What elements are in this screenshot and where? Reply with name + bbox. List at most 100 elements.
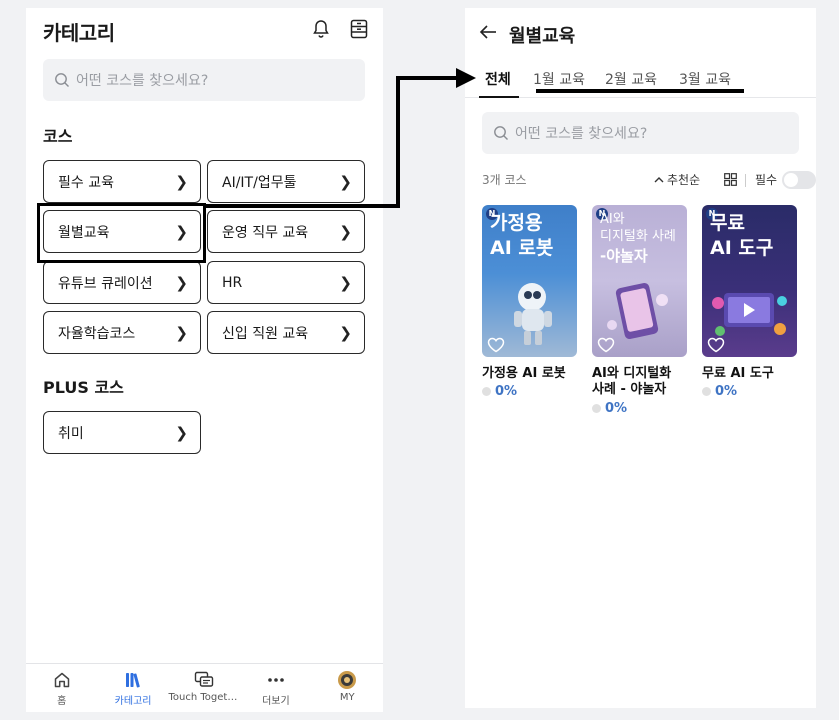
nav-label: Touch Togeth... [168, 692, 241, 703]
tab-march[interactable]: 3월 교육 [679, 69, 731, 89]
profile-icon [337, 670, 357, 690]
bell-icon[interactable] [308, 16, 334, 42]
nav-label: 홈 [57, 696, 67, 707]
course-button-youtube[interactable]: 유튜브 큐레이션 ❯ [43, 261, 201, 304]
course-title: AI와 디지털화 사례 - 야놀자 [592, 366, 672, 398]
course-button-ai-it[interactable]: AI/IT/업무툴 ❯ [207, 160, 365, 203]
course-button-self-study[interactable]: 자율학습코스 ❯ [43, 311, 201, 354]
required-toggle[interactable] [782, 171, 816, 189]
search-placeholder: 어떤 코스를 찾으세요? [515, 126, 648, 142]
chevron-right-icon: ❯ [175, 172, 188, 191]
course-button-hr[interactable]: HR ❯ [207, 261, 365, 304]
thumbnail-text: 무료 AI 도구 [710, 213, 793, 259]
progress-value: 0% [495, 384, 518, 400]
thumbnail-line: 디지털화 사례 [600, 229, 676, 245]
nav-more[interactable]: 더보기 [240, 664, 311, 712]
course-card[interactable]: N AI와 디지털화 사례 -야놀자 AI와 디지털화 사례 - 야놀자 0% [592, 205, 687, 416]
more-icon [267, 670, 285, 690]
search-input[interactable]: 어떤 코스를 찾으세요? [482, 112, 799, 154]
sort-label: 추천순 [667, 173, 701, 187]
progress-dot [592, 403, 601, 413]
connector-arrowhead [456, 68, 476, 88]
divider [745, 174, 746, 187]
nav-category[interactable]: 카테고리 [97, 664, 168, 712]
course-button-required[interactable]: 필수 교육 ❯ [43, 160, 201, 203]
sort-dropdown[interactable]: 추천순 [654, 171, 700, 188]
course-label: HR [222, 274, 243, 291]
thumbnail-line: 무료 [710, 212, 745, 234]
grid-view-icon[interactable] [724, 173, 737, 189]
course-button-hobby[interactable]: 취미 ❯ [43, 411, 201, 454]
back-arrow-icon[interactable] [479, 24, 497, 44]
progress-value: 0% [605, 400, 628, 416]
course-card[interactable]: N 가정용 AI 로봇 가정용 AI 로봇 0% [482, 205, 577, 399]
progress-dot [482, 387, 491, 397]
search-input[interactable]: 어떤 코스를 찾으세요? [43, 59, 365, 101]
nav-my[interactable]: MY [312, 664, 383, 712]
course-thumbnail: N AI와 디지털화 사례 -야놀자 [592, 205, 687, 357]
thumbnail-line: AI 로봇 [490, 236, 554, 259]
tab-february[interactable]: 2월 교육 [605, 69, 657, 89]
library-icon [124, 670, 142, 690]
tabs-underline-annotation [536, 89, 744, 93]
course-label: 유튜브 큐레이션 [58, 275, 153, 292]
course-label: 신입 직원 교육 [222, 325, 309, 342]
connector-line [396, 76, 400, 208]
chevron-right-icon: ❯ [339, 273, 352, 292]
section-title-course: 코스 [43, 127, 73, 146]
search-icon [55, 73, 69, 87]
progress: 0% [592, 401, 687, 416]
page-title: 카테고리 [43, 21, 115, 45]
thumbnail-line: -야놀자 [600, 246, 648, 265]
course-label: 필수 교육 [58, 174, 114, 191]
connector-line [396, 76, 458, 80]
tab-january[interactable]: 1월 교육 [533, 69, 585, 89]
connector-line [206, 204, 398, 208]
chevron-right-icon: ❯ [339, 172, 352, 191]
section-title-plus: PLUS 코스 [43, 378, 124, 397]
home-icon [53, 670, 71, 690]
heart-icon[interactable] [597, 337, 615, 353]
nav-touch-together[interactable]: Touch Togeth... [168, 664, 241, 712]
cabinet-icon[interactable] [346, 16, 372, 42]
list-toolbar: 3개 코스 추천순 필수 [482, 171, 816, 191]
course-button-new-hire[interactable]: 신입 직원 교육 ❯ [207, 311, 365, 354]
required-label: 필수 [755, 173, 778, 187]
bottom-nav: 홈 카테고리 Touch Togeth... 더보기 MY [26, 663, 383, 712]
tab-all[interactable]: 전체 [485, 69, 511, 89]
thumbnail-text: AI와 디지털화 사례 -야놀자 [600, 212, 683, 265]
course-button-operations[interactable]: 운영 직무 교육 ❯ [207, 210, 365, 253]
page-title: 월별교육 [509, 26, 576, 47]
course-label: 자율학습코스 [58, 325, 136, 342]
nav-home[interactable]: 홈 [26, 664, 97, 712]
course-label: 운영 직무 교육 [222, 224, 309, 241]
heart-icon[interactable] [487, 337, 505, 353]
progress-dot [702, 387, 711, 397]
nav-label: 카테고리 [114, 696, 152, 707]
thumbnail-text: 가정용 AI 로봇 [490, 213, 573, 259]
progress-value: 0% [715, 384, 738, 400]
category-screen: 카테고리 어떤 코스를 찾으세요? 코스 필수 교육 ❯ AI/IT/업무툴 ❯ 월… [26, 8, 383, 712]
monthly-course-screen: 월별교육 전체 1월 교육 2월 교육 3월 교육 어떤 코스를 찾으세요? 3… [465, 8, 816, 708]
chevron-right-icon: ❯ [175, 273, 188, 292]
thumbnail-line: AI와 [600, 212, 625, 227]
chevron-right-icon: ❯ [175, 423, 188, 442]
active-tab-indicator [479, 96, 519, 98]
chevron-right-icon: ❯ [339, 323, 352, 342]
course-label: 취미 [58, 425, 84, 442]
thumbnail-line: AI 도구 [710, 236, 774, 259]
course-thumbnail: N 가정용 AI 로봇 [482, 205, 577, 357]
course-card[interactable]: N 무료 AI 도구 무료 AI 도구 0% [702, 205, 797, 399]
highlight-box-monthly [37, 203, 206, 263]
thumbnail-line: 가정용 [490, 212, 543, 234]
heart-icon[interactable] [707, 337, 725, 353]
course-count: 3개 코스 [482, 173, 527, 187]
course-title: 가정용 AI 로봇 [482, 366, 566, 381]
nav-label: MY [339, 692, 355, 703]
course-label: AI/IT/업무툴 [222, 174, 297, 191]
nav-label: 더보기 [262, 696, 290, 707]
progress: 0% [482, 384, 577, 399]
chevron-right-icon: ❯ [175, 323, 188, 342]
chat-icon [194, 670, 214, 690]
chevron-up-icon [654, 177, 664, 183]
